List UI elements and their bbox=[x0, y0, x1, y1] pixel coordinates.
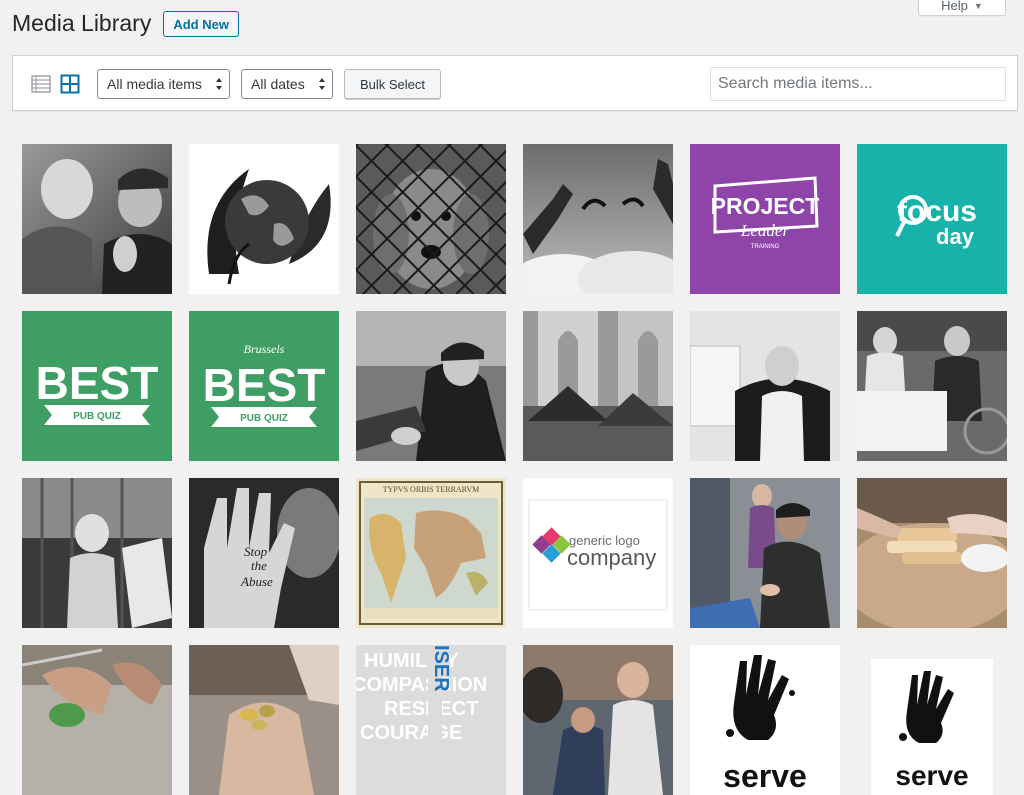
media-item-homeless-man[interactable] bbox=[356, 311, 506, 461]
project-text: PROJECT bbox=[711, 193, 820, 219]
media-type-select[interactable]: All media items bbox=[97, 69, 230, 99]
training-text: TRAINING bbox=[751, 244, 780, 250]
chevron-down-icon: ▼ bbox=[973, 0, 983, 11]
media-item-elderly-men-laughing[interactable] bbox=[22, 144, 172, 294]
help-label: Help bbox=[941, 0, 968, 13]
media-item-serve-values-typography[interactable]: HUMILITY COMPASSION RESPECT COURAGE ISER bbox=[356, 645, 506, 795]
media-item-brussels-best-pub-quiz[interactable]: Brussels BEST PUB QUIZ bbox=[189, 311, 339, 461]
leader-text: Leader bbox=[740, 221, 790, 240]
media-item-serve-logo-2[interactable]: serve bbox=[857, 645, 1007, 795]
media-item-antique-world-map[interactable]: TYPVS ORBIS TERRARVM bbox=[356, 478, 506, 628]
grid-view-icon[interactable] bbox=[60, 74, 80, 94]
search-input[interactable] bbox=[710, 67, 1006, 101]
date-value: All dates bbox=[251, 76, 305, 92]
best-text: BEST bbox=[36, 357, 159, 409]
media-item-elderly-people-sitting[interactable] bbox=[857, 311, 1007, 461]
select-arrows-icon bbox=[216, 78, 222, 90]
serve-text: serve bbox=[895, 760, 968, 791]
media-item-broken-handcuffs-sky[interactable] bbox=[523, 144, 673, 294]
pub-quiz-text: PUB QUIZ bbox=[73, 411, 121, 422]
media-item-sandwiches-table[interactable] bbox=[857, 478, 1007, 628]
best-text: BEST bbox=[203, 359, 326, 411]
media-item-homeless-man-street[interactable] bbox=[690, 478, 840, 628]
stop-text: Stop bbox=[244, 544, 268, 559]
media-item-children-street[interactable] bbox=[523, 645, 673, 795]
media-item-generic-logo-company[interactable]: generic logo company bbox=[523, 478, 673, 628]
media-item-globe-leaf[interactable] bbox=[189, 144, 339, 294]
compassion-text: COMPASSION bbox=[356, 674, 487, 696]
the-text: the bbox=[251, 558, 267, 573]
media-item-child-smiling[interactable] bbox=[22, 478, 172, 628]
select-arrows-icon bbox=[319, 78, 325, 90]
bulk-select-button[interactable]: Bulk Select bbox=[344, 69, 441, 99]
courage-text: COURAGE bbox=[360, 722, 462, 744]
abuse-text: Abuse bbox=[240, 574, 273, 589]
media-item-best-pub-quiz[interactable]: BEST PUB QUIZ bbox=[22, 311, 172, 461]
media-item-dog-behind-fence[interactable] bbox=[356, 144, 506, 294]
serve-vertical-text: ISER bbox=[430, 645, 452, 692]
date-select[interactable]: All dates bbox=[241, 69, 333, 99]
media-type-value: All media items bbox=[107, 76, 202, 92]
media-item-project-leader-logo[interactable]: PROJECT Leader TRAINING bbox=[690, 144, 840, 294]
media-toolbar: All media items All dates Bulk Select bbox=[12, 55, 1018, 111]
add-new-button[interactable]: Add New bbox=[163, 11, 239, 37]
media-item-church-tents[interactable] bbox=[523, 311, 673, 461]
media-item-stop-the-abuse[interactable]: Stop the Abuse bbox=[189, 478, 339, 628]
media-item-focus-day-logo[interactable]: focus day bbox=[857, 144, 1007, 294]
serve-text: serve bbox=[723, 758, 807, 794]
pub-quiz-text: PUB QUIZ bbox=[240, 413, 288, 424]
list-view-icon[interactable] bbox=[31, 74, 51, 94]
media-item-coins-in-hands[interactable] bbox=[189, 645, 339, 795]
map-title-text: TYPVS ORBIS TERRARVM bbox=[383, 485, 480, 494]
help-tab[interactable]: Help ▼ bbox=[918, 0, 1006, 16]
company-text: company bbox=[567, 545, 656, 570]
page-title: Media Library bbox=[12, 10, 152, 36]
title-row: Media Library Add New bbox=[12, 8, 239, 38]
media-item-washing-dishes[interactable] bbox=[22, 645, 172, 795]
day-text: day bbox=[936, 224, 975, 249]
media-item-serve-logo-1[interactable]: serve bbox=[690, 645, 840, 795]
media-item-elderly-woman-armchair[interactable] bbox=[690, 311, 840, 461]
brussels-text: Brussels bbox=[244, 342, 285, 356]
